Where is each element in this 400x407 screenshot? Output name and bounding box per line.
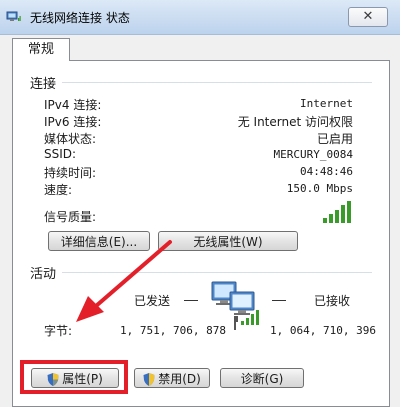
speed-label: 速度: (44, 183, 73, 197)
speed-value: 150.0 Mbps (286, 182, 353, 195)
activity-section-label: 活动 (30, 267, 57, 282)
connection-section-label: 连接 (30, 77, 57, 92)
title-bar[interactable]: 无线网络连接 状态 ✕ (0, 0, 400, 35)
details-button[interactable]: 详细信息(E)... (48, 231, 150, 251)
media-status-value: 已启用 (316, 132, 353, 146)
properties-button-label: 属性(P) (62, 372, 103, 386)
sent-dash (184, 300, 198, 301)
window-title: 无线网络连接 状态 (30, 11, 130, 25)
close-button[interactable]: ✕ (348, 7, 388, 27)
sent-label: 已发送 (134, 294, 171, 308)
uac-shield-icon (143, 373, 155, 386)
activity-separator (234, 316, 236, 330)
network-icon (6, 8, 22, 24)
connection-divider (62, 82, 372, 83)
received-label: 已接收 (314, 294, 351, 308)
ipv6-value: 无 Internet 访问权限 (237, 115, 353, 129)
network-computers-icon (211, 281, 259, 325)
ssid-value: MERCURY_0084 (273, 148, 353, 161)
ipv4-value: Internet (300, 97, 353, 110)
media-status-label: 媒体状态: (44, 132, 97, 146)
signal-quality-label: 信号质量: (44, 210, 97, 224)
diagnose-button[interactable]: 诊断(G) (220, 368, 304, 388)
ssid-label: SSID: (44, 147, 77, 161)
bytes-label: 字节: (44, 324, 73, 338)
close-icon: ✕ (362, 9, 374, 24)
bytes-received-value: 1, 064, 710, 396 (270, 324, 376, 337)
wireless-properties-button[interactable]: 无线属性(W) (158, 231, 298, 251)
received-dash (272, 300, 286, 301)
uac-shield-icon (47, 373, 59, 386)
activity-divider (62, 272, 372, 273)
status-window: 无线网络连接 状态 ✕ 常规 连接 IPv4 连接: Internet IPv6… (0, 0, 400, 407)
disable-button[interactable]: 禁用(D) (134, 368, 210, 388)
duration-value: 04:48:46 (300, 165, 353, 178)
duration-label: 持续时间: (44, 166, 97, 180)
properties-button[interactable]: 属性(P) (31, 368, 119, 388)
ipv6-label: IPv6 连接: (44, 115, 102, 129)
bytes-sent-value: 1, 751, 706, 878 (120, 324, 226, 337)
disable-button-label: 禁用(D) (158, 372, 201, 386)
ipv4-label: IPv4 连接: (44, 98, 102, 112)
signal-strength-icon (323, 201, 351, 223)
tab-general[interactable]: 常规 (12, 38, 70, 61)
